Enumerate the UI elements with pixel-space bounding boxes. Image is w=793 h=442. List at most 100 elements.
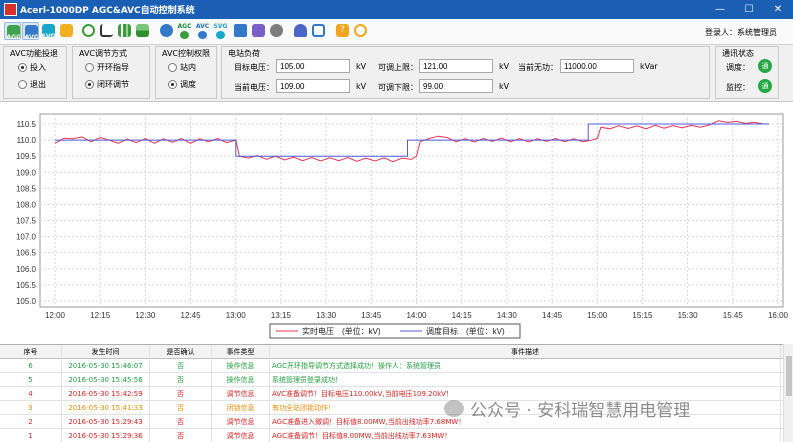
closed-loop-radio[interactable]: 闭环调节: [85, 79, 129, 90]
upper-limit-field[interactable]: 121.00: [419, 59, 493, 73]
history-button[interactable]: [80, 22, 97, 40]
open-loop-radio[interactable]: 开环指导: [85, 62, 129, 73]
event-id: 4: [0, 387, 62, 401]
event-table-scrollbar[interactable]: [783, 344, 793, 442]
y-tick-label: 107.5: [16, 217, 37, 226]
help-icon: ?: [336, 24, 349, 37]
login-user-label: 登录人：: [705, 28, 737, 37]
x-tick-label: 14:30: [497, 311, 518, 320]
table-row[interactable]: 5 2016-05-30 15:45:56 否操作信息 系统管理员登录成功！: [0, 373, 793, 387]
col-header-id[interactable]: 序号: [0, 345, 62, 359]
avc-off-radio[interactable]: 退出: [18, 79, 46, 90]
event-time: 2016-05-30 15:41:33: [62, 401, 150, 415]
avc-mode-title: AVC调节方式: [77, 48, 130, 59]
avc-config-button[interactable]: AVC: [194, 22, 211, 40]
y-tick-label: 106.5: [16, 249, 37, 258]
close-button[interactable]: ✕: [764, 2, 792, 17]
clock-icon: [82, 24, 95, 37]
radio-unchecked-icon: [168, 63, 177, 72]
title-bar: Acerl-1000DP AGC&AVC自动控制系统 — ☐ ✕: [0, 0, 793, 19]
table-row[interactable]: 6 2016-05-30 15:46:07 否操作信息 AGC开环指导调节方式选择成功…: [0, 359, 793, 373]
col-header-time[interactable]: 发生时间: [62, 345, 150, 359]
config-button[interactable]: [158, 22, 175, 40]
alarm-config-button[interactable]: [250, 22, 267, 40]
scrollbar-thumb[interactable]: [786, 356, 792, 396]
avc-view-button[interactable]: AVC: [22, 22, 39, 41]
reactive-power-label: 当前无功：: [518, 63, 558, 72]
window-title: Acerl-1000DP AGC&AVC自动控制系统: [20, 6, 195, 16]
svg-config-button[interactable]: SVG: [212, 22, 229, 40]
y-tick-label: 108.5: [16, 184, 37, 193]
wechat-icon: [444, 400, 464, 417]
target-voltage-field[interactable]: 105.00: [276, 59, 350, 73]
upper-limit-unit: kV: [499, 62, 510, 71]
event-time: 2016-05-30 15:29:36: [62, 429, 150, 442]
col-header-desc[interactable]: 事件描述: [270, 345, 781, 359]
svg-view-button[interactable]: SVG: [40, 22, 57, 40]
minimize-button[interactable]: —: [706, 2, 734, 17]
target-voltage-unit: kV: [356, 62, 367, 71]
x-tick-label: 12:30: [135, 311, 156, 320]
y-tick-label: 108.0: [16, 200, 37, 209]
x-tick-label: 15:45: [723, 311, 744, 320]
tools-button[interactable]: [268, 22, 285, 40]
event-desc: AGC开环指导调节方式选择成功！操作人：系统管理员: [270, 359, 781, 373]
app-logo-icon: [4, 3, 17, 16]
device-config-button[interactable]: [232, 22, 249, 40]
radio-unchecked-icon: [85, 63, 94, 72]
avc-switch-title: AVC功能投退: [8, 48, 61, 59]
event-ack: 否: [150, 387, 212, 401]
y-tick-label: 109.5: [16, 152, 37, 161]
dispatch-comm-label: 调度：: [726, 63, 750, 72]
voltage-chart: 110.5 110.0 109.5 109.0 108.5 108.0 107.5 107.0…: [0, 101, 793, 344]
y-tick-label: 105.5: [16, 281, 37, 290]
target-voltage-label: 目标电压：: [234, 63, 274, 72]
monitor-comm-label: 监控：: [726, 83, 750, 92]
current-voltage-field[interactable]: 109.00: [276, 79, 350, 93]
dispatch-radio[interactable]: 调度: [168, 79, 196, 90]
x-tick-label: 14:45: [542, 311, 563, 320]
local-radio[interactable]: 站内: [168, 62, 196, 73]
col-header-ack[interactable]: 是否确认: [150, 345, 212, 359]
col-header-type[interactable]: 事件类型: [212, 345, 270, 359]
gear-icon: [180, 31, 189, 39]
lower-limit-field[interactable]: 99.00: [419, 79, 493, 93]
help-button[interactable]: ?: [334, 22, 351, 40]
x-tick-label: 12:15: [90, 311, 111, 320]
voltage-chart-svg: 110.5 110.0 109.5 109.0 108.5 108.0 107.5 107.0…: [16, 113, 789, 339]
upper-limit-label: 可调上限：: [378, 63, 418, 72]
event-id: 6: [0, 359, 62, 373]
event-desc: 系统管理员登录成功！: [270, 373, 781, 387]
login-user-name: 系统管理员: [737, 28, 777, 37]
y-tick-label: 105.0: [16, 297, 37, 306]
comm-status-title: 通讯状态: [720, 48, 756, 59]
lower-limit-label: 可调下限：: [378, 83, 418, 92]
current-voltage-label: 当前电压：: [234, 83, 274, 92]
table-row[interactable]: 1 2016-05-30 15:29:36 否调节信息 AGC准备调节！目标值8.00…: [0, 429, 793, 442]
event-ack: 否: [150, 415, 212, 429]
maximize-button[interactable]: ☐: [735, 2, 763, 17]
login-button[interactable]: [310, 22, 327, 40]
event-ack: 否: [150, 373, 212, 387]
agc-config-button[interactable]: AGC: [176, 22, 193, 40]
avc-auth-panel: AVC控制权限 站内 调度: [155, 46, 217, 99]
about-button[interactable]: [352, 22, 369, 40]
user-button[interactable]: [292, 22, 309, 40]
document-gear-icon: [60, 24, 73, 37]
event-type: 操作信息: [212, 373, 270, 387]
x-tick-label: 13:45: [361, 311, 382, 320]
comm-status-panel: 通讯状态 调度： 通 监控： 通: [715, 46, 779, 99]
avc-on-radio[interactable]: 投入: [18, 62, 46, 73]
y-tick-label: 110.5: [17, 120, 37, 129]
x-tick-label: 12:45: [181, 311, 202, 320]
lower-limit-unit: kV: [499, 82, 510, 91]
monitor-comm-indicator: 通: [758, 79, 772, 93]
settings-page-button[interactable]: [58, 22, 75, 40]
reactive-power-field[interactable]: 11000.00: [560, 59, 634, 73]
event-id: 3: [0, 401, 62, 415]
statistics-button[interactable]: [134, 22, 151, 40]
curve-button[interactable]: [98, 22, 115, 40]
agc-view-button[interactable]: AGC: [4, 22, 21, 41]
report-button[interactable]: [116, 22, 133, 40]
reactive-power-unit: kVar: [640, 62, 658, 71]
